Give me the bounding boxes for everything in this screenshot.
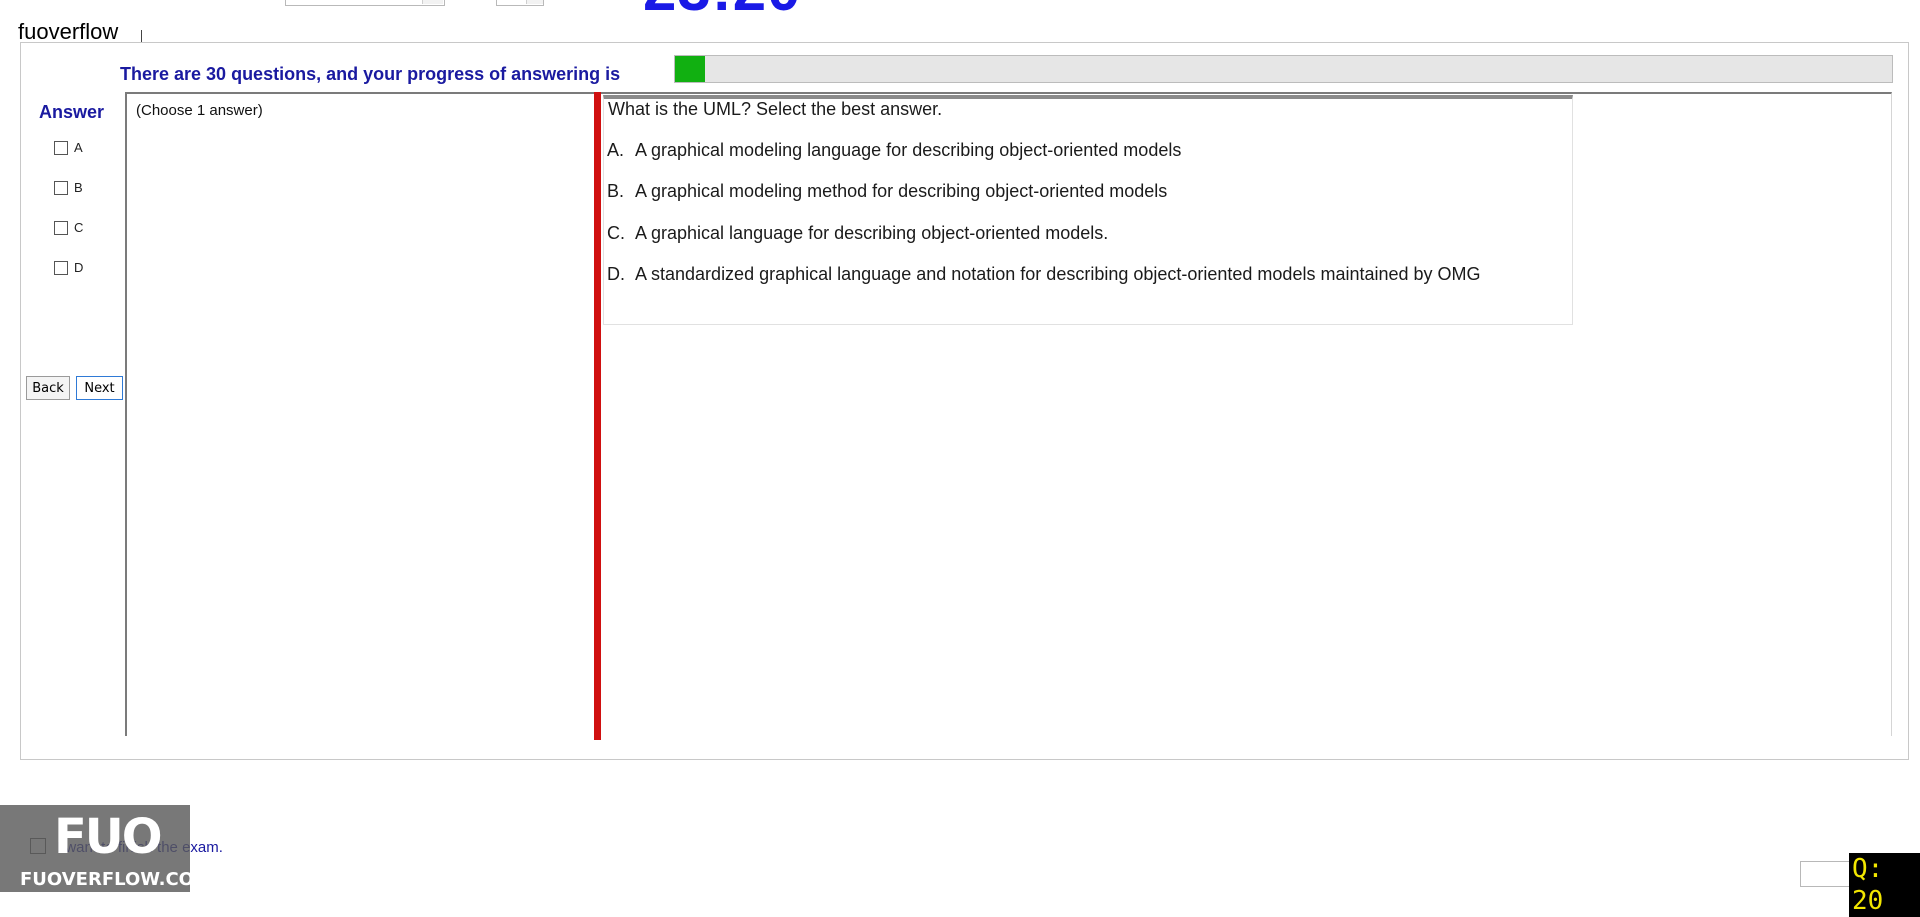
question-option-b: B. A graphical modeling method for descri…	[607, 181, 1167, 202]
option-label: A	[74, 140, 83, 155]
option-text: A graphical language for describing obje…	[635, 223, 1109, 243]
top-input-field[interactable]	[285, 0, 445, 6]
answer-title: Answer	[39, 102, 105, 122]
option-text: A standardized graphical language and no…	[635, 264, 1481, 284]
option-label: D	[74, 260, 84, 275]
instruction-pane	[125, 92, 595, 736]
progress-fill	[675, 56, 706, 82]
question-option-c: C. A graphical language for describing ob…	[607, 223, 1108, 244]
answer-option-a[interactable]: A	[54, 140, 83, 155]
option-key: A.	[607, 140, 625, 160]
back-button[interactable]: Back	[26, 376, 70, 400]
question-text: What is the UML? Select the best answer.	[608, 99, 943, 119]
exam-timer: 23:20	[643, 0, 801, 20]
logo-mark: FUO	[54, 809, 163, 865]
option-key: C.	[607, 223, 625, 243]
logo-text: FUOVERFLOW.COM	[20, 869, 190, 890]
question-option-a: A. A graphical modeling language for desc…	[607, 140, 1181, 161]
pane-divider[interactable]	[594, 92, 601, 740]
question-box	[603, 95, 1573, 325]
option-key: D.	[607, 264, 625, 284]
option-text: A graphical modeling language for descri…	[635, 140, 1182, 160]
option-text: A graphical modeling method for describi…	[635, 181, 1168, 201]
watermark-logo: FUO FUOVERFLOW.COM	[0, 805, 190, 892]
option-label: B	[74, 180, 83, 195]
option-label: C	[74, 220, 84, 235]
checkbox[interactable]	[54, 220, 68, 235]
option-key: B.	[607, 181, 625, 201]
checkbox[interactable]	[54, 260, 68, 275]
top-small-dropdown[interactable]	[526, 0, 543, 4]
answer-option-d[interactable]: D	[54, 260, 83, 275]
next-button[interactable]: Next	[76, 376, 123, 400]
choose-instruction: (Choose 1 answer)	[136, 102, 263, 119]
answer-option-c[interactable]: C	[54, 220, 83, 235]
question-counter: Q: 20	[1849, 853, 1920, 917]
top-input-dropdown[interactable]	[422, 0, 443, 4]
question-option-d: D. A standardized graphical language and …	[607, 264, 1481, 285]
progress-bar	[674, 55, 1893, 83]
checkbox[interactable]	[54, 180, 68, 195]
checkbox[interactable]	[54, 140, 68, 155]
answer-option-b[interactable]: B	[54, 180, 83, 195]
progress-label: There are 30 questions, and your progres…	[120, 64, 621, 84]
